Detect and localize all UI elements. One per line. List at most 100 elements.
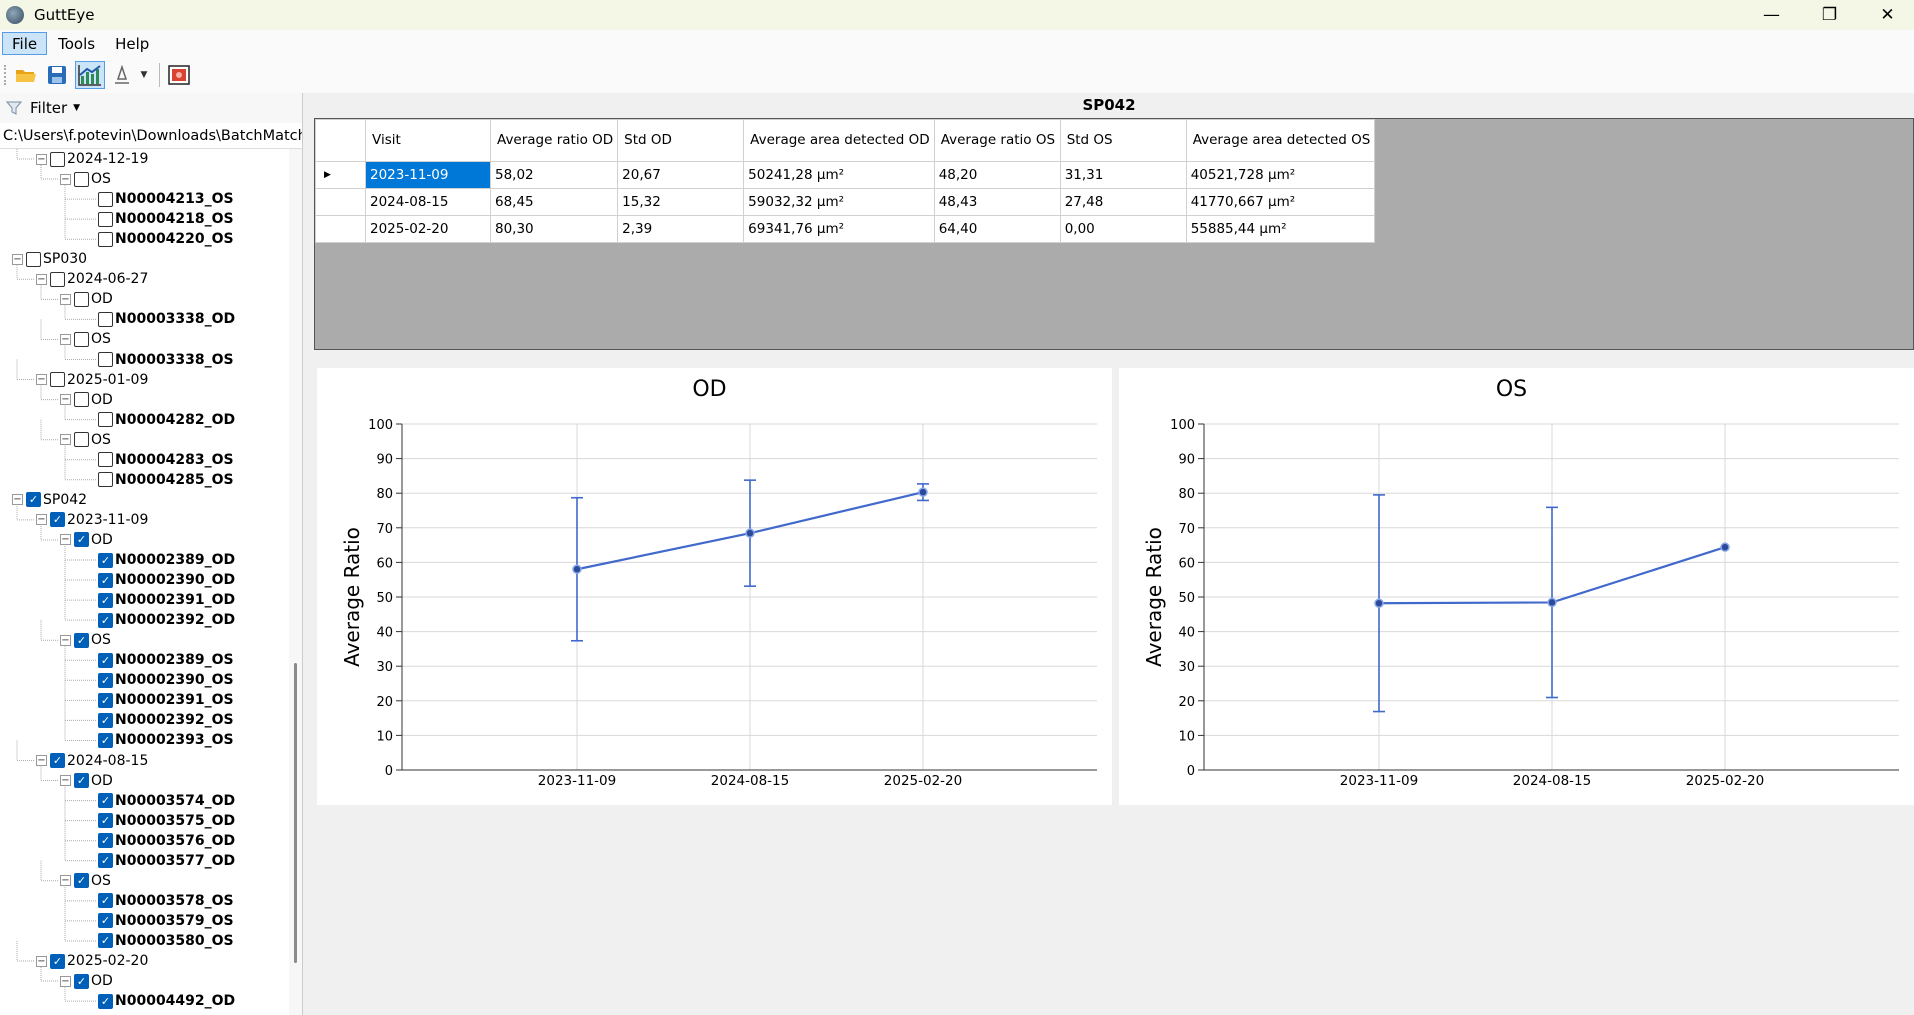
collapse-icon[interactable]: − — [60, 434, 71, 446]
tree-checkbox[interactable] — [74, 171, 89, 187]
save-icon[interactable] — [44, 61, 70, 89]
tree-node[interactable]: − ✓ OD — [60, 530, 113, 550]
table-cell[interactable]: 0,00 — [1059, 215, 1187, 243]
table-row[interactable]: 2025-02-20 80,30 2,39 69341,76 µm² 64,40… — [315, 215, 1376, 243]
tree-node[interactable]: − SP030 — [12, 249, 87, 269]
tree-leaf-item[interactable]: ✓ N00003578_OS — [98, 891, 234, 911]
tree-node[interactable]: − ✓ 2025-02-20 — [36, 951, 148, 971]
tree-node[interactable]: − ✓ 2024-08-15 — [36, 751, 148, 771]
tree-checkbox[interactable] — [74, 331, 89, 347]
chevron-down-icon[interactable]: ▼ — [139, 61, 149, 89]
tree-node[interactable]: − ✓ OD — [60, 771, 113, 791]
table-cell[interactable]: 2024-08-15 — [365, 188, 491, 216]
tree-leaf-item[interactable]: ✓ N00002392_OD — [98, 610, 235, 630]
tree-node[interactable]: − ✓ OS — [60, 630, 111, 650]
tree-leaf-item[interactable]: ✓ N00003579_OS — [98, 911, 234, 931]
menu-file[interactable]: File — [2, 32, 48, 55]
tree-checkbox[interactable]: ✓ — [74, 532, 89, 548]
table-cell[interactable]: 80,30 — [489, 215, 619, 243]
collapse-icon[interactable]: − — [60, 875, 71, 887]
tree-checkbox[interactable]: ✓ — [98, 933, 113, 949]
collapse-icon[interactable]: − — [60, 394, 71, 406]
tree-checkbox[interactable] — [98, 211, 113, 227]
collapse-icon[interactable]: − — [60, 173, 71, 185]
tree-checkbox[interactable]: ✓ — [98, 572, 113, 588]
tree-leaf-item[interactable]: N00004282_OD — [98, 410, 235, 430]
tree-checkbox[interactable]: ✓ — [98, 672, 113, 688]
tree-leaf-item[interactable]: ✓ N00002390_OS — [98, 670, 234, 690]
col-visit[interactable]: Visit — [365, 119, 491, 162]
tree-leaf-item[interactable]: N00004220_OS — [98, 229, 234, 249]
tree-node[interactable]: − ✓ OS — [60, 871, 111, 891]
table-cell[interactable]: 50241,28 µm² — [743, 161, 935, 189]
sample-tree[interactable]: −2024-12-19− OS N00004213_OS N00004218_OS N0… — [0, 149, 302, 1015]
collapse-icon[interactable]: − — [12, 494, 23, 506]
collapse-icon[interactable]: − — [60, 975, 71, 987]
table-cell[interactable]: 31,31 — [1059, 161, 1187, 189]
tree-checkbox[interactable]: ✓ — [74, 773, 89, 789]
export-icon[interactable] — [110, 61, 134, 89]
close-button[interactable]: ✕ — [1860, 0, 1914, 30]
tree-checkbox[interactable]: ✓ — [98, 612, 113, 628]
table-cell[interactable]: 40521,728 µm² — [1185, 161, 1376, 189]
tree-leaf-item[interactable]: ✓ N00002391_OD — [98, 590, 235, 610]
tree-checkbox[interactable] — [50, 151, 65, 167]
tree-checkbox[interactable]: ✓ — [98, 712, 113, 728]
menu-tools[interactable]: Tools — [49, 32, 104, 55]
tree-leaf-item[interactable]: ✓ N00003577_OD — [98, 851, 235, 871]
collapse-icon[interactable]: − — [36, 153, 47, 165]
tree-node[interactable]: − OS — [60, 169, 111, 189]
tree-checkbox[interactable]: ✓ — [98, 833, 113, 849]
tree-checkbox[interactable] — [98, 231, 113, 247]
tree-checkbox[interactable] — [74, 392, 89, 408]
tree-checkbox[interactable]: ✓ — [74, 632, 89, 648]
tree-leaf-item[interactable]: N00004218_OS — [98, 209, 234, 229]
collapse-icon[interactable]: − — [12, 253, 23, 265]
collapse-icon[interactable]: − — [36, 755, 47, 766]
tree-node[interactable]: − ✓ SP042 — [12, 490, 87, 510]
tree-leaf-item[interactable]: ✓ N00002393_OS — [98, 730, 234, 750]
tree-leaf-item[interactable]: N00004213_OS — [98, 189, 234, 209]
tree-leaf-item[interactable]: N00003338_OS — [98, 350, 234, 370]
tree-leaf-item[interactable]: ✓ N00003575_OD — [98, 811, 235, 831]
col-avg-area-od[interactable]: Average area detected OD — [743, 119, 935, 162]
table-cell[interactable]: 69341,76 µm² — [743, 215, 935, 243]
filter-button[interactable]: Filter ▼ — [0, 93, 302, 123]
tree-checkbox[interactable]: ✓ — [50, 512, 65, 528]
table-cell[interactable]: 58,02 — [489, 161, 619, 189]
tree-leaf-item[interactable]: ✓ N00002391_OS — [98, 690, 234, 710]
tree-node[interactable]: − OS — [60, 329, 111, 349]
tree-checkbox[interactable] — [50, 372, 65, 388]
tree-checkbox[interactable]: ✓ — [98, 692, 113, 708]
tree-node[interactable]: − 2024-06-27 — [36, 269, 148, 289]
menu-help[interactable]: Help — [106, 32, 158, 55]
tree-leaf-item[interactable]: ✓ N00003574_OD — [98, 791, 235, 811]
tree-checkbox[interactable] — [98, 412, 113, 428]
collapse-icon[interactable]: − — [60, 634, 71, 646]
tree-leaf-item[interactable]: ✓ N00002390_OD — [98, 570, 235, 590]
collapse-icon[interactable]: − — [36, 514, 47, 526]
tree-checkbox[interactable]: ✓ — [26, 492, 41, 508]
table-cell[interactable]: 2,39 — [617, 215, 745, 243]
tree-node[interactable]: − OD — [60, 289, 113, 309]
tree-checkbox[interactable] — [98, 452, 113, 468]
col-std-od[interactable]: Std OD — [617, 119, 745, 162]
tree-checkbox[interactable]: ✓ — [50, 953, 65, 969]
chart-icon[interactable] — [75, 61, 105, 89]
col-avg-area-os[interactable]: Average area detected OS — [1185, 119, 1376, 162]
tree-leaf-item[interactable]: ✓ N00002389_OD — [98, 550, 235, 570]
tree-node[interactable]: − 2024-12-19 — [36, 149, 148, 169]
collapse-icon[interactable]: − — [36, 955, 47, 967]
tree-node[interactable]: − ✓ OD — [60, 971, 113, 991]
tree-leaf-item[interactable]: ✓ N00002389_OS — [98, 650, 234, 670]
tree-node[interactable]: − OS — [60, 430, 111, 450]
scrollbar-thumb[interactable] — [294, 663, 297, 963]
collapse-icon[interactable]: − — [60, 333, 71, 345]
tree-checkbox[interactable]: ✓ — [98, 592, 113, 608]
table-cell[interactable]: 48,43 — [933, 188, 1061, 216]
table-cell[interactable]: 15,32 — [617, 188, 745, 216]
restore-button[interactable]: ❐ — [1802, 0, 1857, 30]
table-cell[interactable]: 55885,44 µm² — [1185, 215, 1376, 243]
tree-checkbox[interactable]: ✓ — [74, 873, 89, 889]
table-cell[interactable]: 20,67 — [617, 161, 745, 189]
